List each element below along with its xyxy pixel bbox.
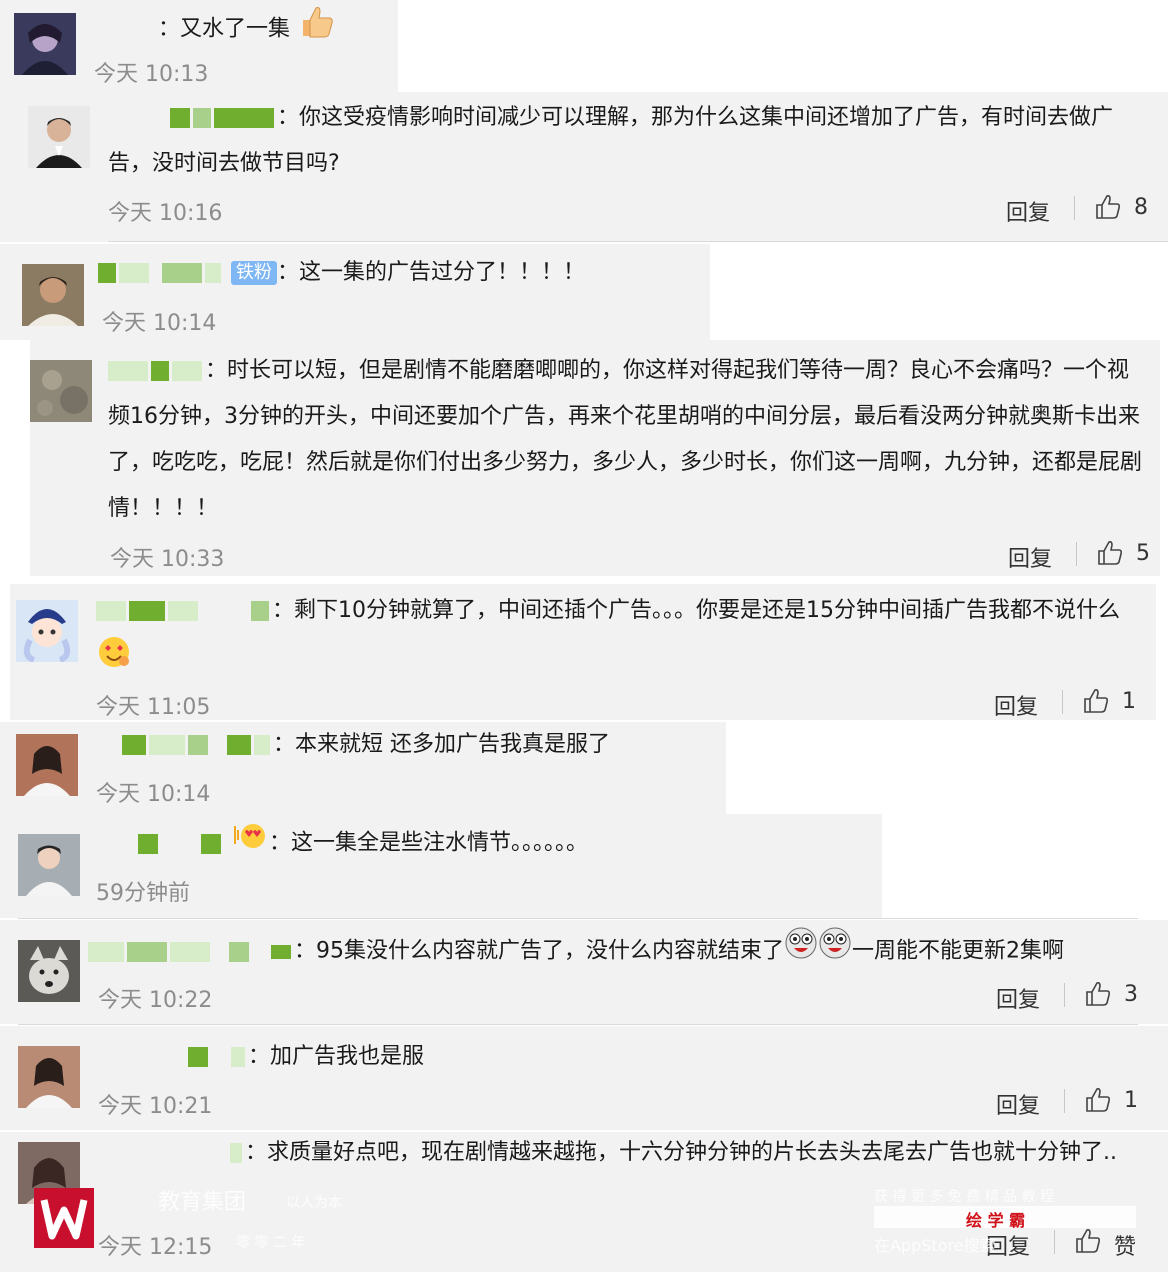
reply-button[interactable]: 回复 [996,982,1040,1014]
like-count: 1 [1124,1088,1138,1113]
avatar[interactable] [18,1046,80,1108]
comment-text: ：95集没什么内容就广告了，没什么内容就结束了 一周能不能更新2集啊 [88,926,1148,977]
comment-text: ：剩下10分钟就算了，中间还插个广告。。。你要是还是15分钟中间插广告我都不说什… [96,588,1146,687]
avatar[interactable] [30,360,92,422]
watermark-search: 在AppStore搜索 [874,1236,996,1255]
like-icon[interactable] [1084,1086,1112,1114]
crazy-face-emoji-icon [784,926,818,977]
comment-time: 今天 10:13 [94,62,209,87]
comment-text: ：本来就短 还多加广告我真是服了 [122,722,722,768]
avatar[interactable] [18,940,80,1002]
like-count: 5 [1136,541,1150,566]
like-count: 8 [1134,195,1148,220]
comment-text: ：加广告我也是服 [188,1034,1088,1080]
like-count: 1 [1122,689,1136,714]
like-icon[interactable] [1084,980,1112,1008]
watermark-subtitle: 零 零 二 年 [236,1235,306,1251]
comment-time: 今天 10:14 [96,782,211,807]
comment-text: ：又水了一集 [158,2,388,57]
like-count: 赞 [1114,1235,1137,1260]
avatar[interactable] [16,734,78,796]
watermark-title: 教育集团 [158,1190,247,1215]
watermark-brand: 绘 学 霸 [966,1211,1026,1230]
comment-text: ：你这受疫情影响时间减少可以理解，那为什么这集中间还增加了广告，有时间去做广告，… [108,105,1114,176]
like-count: 3 [1124,982,1138,1007]
love-face-emoji-icon [96,634,132,687]
comment-text: ：求质量好点吧，现在剧情越来越拖，十六分钟分钟的片长去头去尾去广告也就十分钟了.… [96,1130,1146,1176]
like-icon[interactable] [1082,687,1110,715]
comment-text: ：时长可以短，但是剧情不能磨磨唧唧的，你这样对得起我们等待一周？良心不会痛吗？一… [108,358,1143,521]
comment-time: 今天 10:33 [110,547,225,572]
comment-time: 今天 10:16 [108,201,223,226]
like-icon[interactable] [1096,539,1124,567]
reply-button[interactable]: 回复 [996,1088,1040,1120]
reply-button[interactable]: 回复 [1006,195,1050,227]
brand-logo [34,1188,94,1248]
comment-time: 今天 10:21 [98,1094,213,1119]
avatar[interactable] [28,106,90,168]
reply-button[interactable]: 回复 [1008,541,1052,573]
avatar[interactable] [18,834,80,896]
avatar[interactable] [14,13,76,75]
reply-button[interactable]: 回复 [994,689,1038,721]
comment-time: 59分钟前 [96,881,190,906]
comment-time: 今天 10:14 [102,311,217,336]
comment-time: 今天 12:15 [98,1235,213,1260]
comment-time: 今天 11:05 [96,695,211,720]
comment-text: 铁粉 ：这一集的广告过分了！！！！ [98,250,698,296]
fan-badge: 铁粉 [231,261,277,285]
comment-text: ：这一集全是些注水情节。。。。。。 [138,820,878,867]
like-icon[interactable] [1094,193,1122,221]
comment-time: 今天 10:22 [98,988,213,1013]
watermark-slogan: 以人为本 [286,1195,342,1211]
crazy-face-emoji-icon [818,926,852,977]
avatar[interactable] [16,600,78,662]
watermark-promo: 获 得 更 多 免 费 精 品 教 程 [874,1189,1055,1205]
like-icon[interactable] [1074,1227,1102,1255]
heart-eyes-emoji-icon [231,820,269,867]
thumbs-up-emoji-icon [297,2,335,57]
avatar[interactable] [22,264,84,326]
